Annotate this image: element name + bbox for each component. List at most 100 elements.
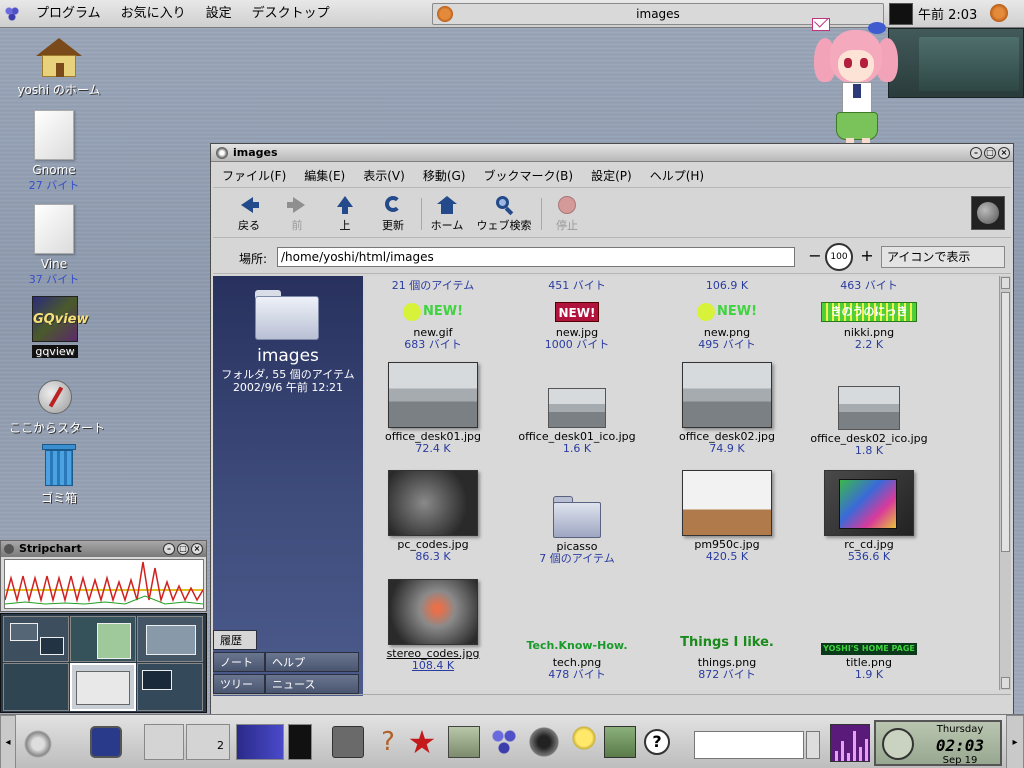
scroll-down-icon[interactable] xyxy=(1001,677,1010,689)
menu-edit[interactable]: 編集(E) xyxy=(295,167,354,184)
menu-view[interactable]: 表示(V) xyxy=(354,167,414,184)
scroll-up-icon[interactable] xyxy=(1001,277,1010,289)
desktop-icon-home[interactable]: yoshi のホーム xyxy=(4,38,114,98)
desktop-icon-start-here[interactable]: ここからスタート xyxy=(2,374,112,436)
menu-settings[interactable]: 設定 xyxy=(196,3,242,25)
home-button[interactable]: ホーム xyxy=(423,194,471,234)
desktop-icon-gqview[interactable]: GQview gqview xyxy=(0,296,110,358)
panel-hide-right-button[interactable]: ▸ xyxy=(1006,715,1024,768)
home-icon xyxy=(36,38,82,78)
menu-bookmarks[interactable]: ブックマーク(B) xyxy=(474,167,582,184)
stripchart-titlebar[interactable]: Stripchart – □ × xyxy=(1,541,206,557)
forward-button[interactable]: 前 xyxy=(273,194,321,234)
file-item-tech-png[interactable]: Tech.Know-How. tech.png 478 バイト xyxy=(507,638,647,681)
zoom-level[interactable]: 100 xyxy=(825,243,853,271)
workspace-4[interactable] xyxy=(3,663,69,711)
vertical-scrollbar[interactable] xyxy=(999,276,1011,690)
close-icon[interactable]: × xyxy=(191,543,203,555)
workspace-5-active[interactable] xyxy=(70,663,136,711)
file-item-title-png[interactable]: YOSHI'S HOME PAGE title.png 1.9 K xyxy=(799,642,939,681)
bug-icon[interactable] xyxy=(528,726,560,758)
help-icon[interactable]: ? xyxy=(644,729,670,755)
zoom-in-button[interactable]: + xyxy=(859,247,875,267)
minimize-icon[interactable]: – xyxy=(163,543,175,555)
menu-programs[interactable]: プログラム xyxy=(26,3,111,25)
package-icon[interactable] xyxy=(604,726,636,758)
file-item-office-desk02[interactable]: office_desk02.jpg 74.9 K xyxy=(657,362,797,455)
window-menu-icon[interactable] xyxy=(216,147,228,159)
close-icon[interactable]: × xyxy=(998,147,1010,159)
file-item-office-desk02-ico[interactable]: office_desk02_ico.jpg 1.8 K xyxy=(799,386,939,457)
top-clock[interactable]: 午前 2:03 xyxy=(918,4,977,23)
sidebar-tab-history[interactable]: 履歴 xyxy=(213,630,257,650)
maximize-icon[interactable]: □ xyxy=(984,147,996,159)
sidebar-tab-notes[interactable]: ノート xyxy=(213,652,265,672)
location-input[interactable] xyxy=(277,247,795,267)
desktop-icon-trash[interactable]: ゴミ箱 xyxy=(4,444,114,506)
refresh-button[interactable]: 更新 xyxy=(369,194,417,234)
list-item[interactable]: 451 バイト xyxy=(507,280,647,292)
menu-settings[interactable]: 設定(P) xyxy=(582,167,641,184)
help-guy-icon[interactable]: ? xyxy=(372,726,404,758)
file-item-new-png[interactable]: NEW! new.png 495 バイト xyxy=(657,302,797,351)
file-item-office-desk01-ico[interactable]: office_desk01_ico.jpg 1.6 K xyxy=(507,388,647,455)
gnome-foot-icon[interactable] xyxy=(24,726,56,758)
up-button[interactable]: 上 xyxy=(321,194,369,234)
window-menu-icon[interactable] xyxy=(4,544,14,554)
desktop-icon-size: 37 バイト xyxy=(28,273,80,286)
scrollbar-thumb[interactable] xyxy=(1001,292,1010,552)
workspace-6[interactable] xyxy=(137,663,203,711)
panel-clock[interactable]: Thursday 02:03 Sep 19 xyxy=(874,720,1002,766)
sidebar-tab-help[interactable]: ヘルプ xyxy=(265,652,359,672)
file-item-pc-codes[interactable]: pc_codes.jpg 86.3 K xyxy=(365,470,503,563)
file-item-stereo-codes[interactable]: stereo_codes.jpg 108.4 K xyxy=(365,579,503,672)
workspace-2[interactable] xyxy=(70,616,136,662)
list-item[interactable]: 21 個のアイテム xyxy=(365,280,503,292)
zoom-out-button[interactable]: − xyxy=(807,247,823,267)
foot-icon[interactable] xyxy=(990,4,1008,22)
folder-item-picasso[interactable]: picasso 7 個のアイテム xyxy=(507,496,647,565)
file-manager-titlebar[interactable]: images – □ × xyxy=(211,144,1013,162)
stop-button[interactable]: 停止 xyxy=(543,194,591,234)
list-item[interactable]: 106.9 K xyxy=(657,280,797,292)
view-mode-select[interactable]: アイコンで表示 xyxy=(881,246,1005,268)
monitor-applet[interactable] xyxy=(288,724,312,760)
grape-menu-icon[interactable] xyxy=(4,6,20,22)
workspace-3[interactable] xyxy=(137,616,203,662)
menu-favorites[interactable]: お気に入り xyxy=(111,3,196,25)
file-item-rc-cd[interactable]: rc_cd.jpg 536.6 K xyxy=(799,470,939,563)
grape-icon[interactable] xyxy=(488,726,520,758)
file-item-office-desk01[interactable]: office_desk01.jpg 72.4 K xyxy=(365,362,503,455)
minimize-icon[interactable]: – xyxy=(970,147,982,159)
desktop-icon-vine[interactable]: Vine 37 バイト xyxy=(0,204,109,287)
file-item-pm950c[interactable]: pm950c.jpg 420.5 K xyxy=(657,470,797,563)
back-button[interactable]: 戻る xyxy=(225,194,273,234)
file-manager-icon[interactable] xyxy=(448,726,480,758)
sidebar-tab-tree[interactable]: ツリー xyxy=(213,674,265,694)
menu-help[interactable]: ヘルプ(H) xyxy=(641,167,713,184)
terminal-icon[interactable] xyxy=(332,726,364,758)
screensaver-icon[interactable] xyxy=(90,726,122,758)
file-item-nikki-png[interactable]: きのうのにっき nikki.png 2.2 K xyxy=(799,302,939,351)
maximize-icon[interactable]: □ xyxy=(177,543,189,555)
menu-file[interactable]: ファイル(F) xyxy=(213,167,295,184)
menu-go[interactable]: 移動(G) xyxy=(414,167,475,184)
file-thumbnail: NEW! xyxy=(657,302,797,324)
menu-desktop[interactable]: デスクトップ xyxy=(242,3,340,25)
lightbulb-icon[interactable] xyxy=(568,726,600,758)
list-item[interactable]: 463 バイト xyxy=(799,280,939,292)
star-icon[interactable]: ★ xyxy=(406,726,438,758)
workspace-applet[interactable]: 2 xyxy=(186,724,230,760)
panel-hide-left-button[interactable]: ◂ xyxy=(0,715,16,768)
show-desktop-applet[interactable] xyxy=(144,724,184,760)
volume-applet[interactable] xyxy=(236,724,284,760)
panel-command-input[interactable] xyxy=(694,731,804,759)
sidebar-tab-news[interactable]: ニュース xyxy=(265,674,359,694)
panel-command-spin[interactable] xyxy=(806,731,820,759)
file-item-new-gif[interactable]: NEW! new.gif 683 バイト xyxy=(365,302,503,351)
file-item-things-png[interactable]: Things I like. things.png 872 バイト xyxy=(657,634,797,681)
web-search-button[interactable]: ウェブ検索 xyxy=(471,194,537,234)
workspace-1[interactable] xyxy=(3,616,69,662)
desktop-icon-gnome[interactable]: Gnome 27 バイト xyxy=(0,110,109,193)
file-item-new-jpg[interactable]: NEW! new.jpg 1000 バイト xyxy=(507,302,647,351)
